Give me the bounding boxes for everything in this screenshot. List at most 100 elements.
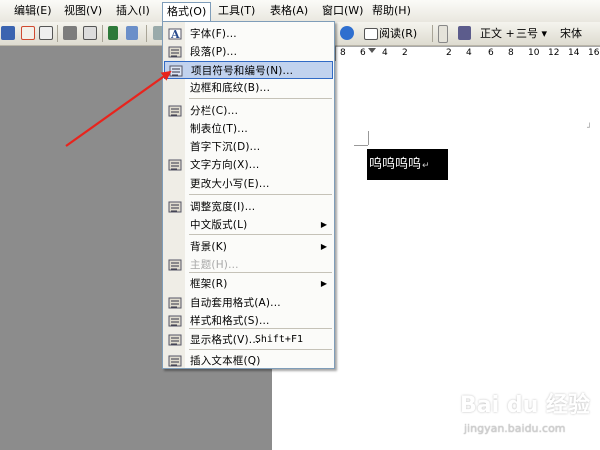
ruler-number: 4 [466,48,472,58]
margin-corner-mark [368,131,369,145]
toolbar-separator [102,25,103,42]
menu-item-label: 分栏(C)... [190,105,239,117]
toolbar-options-icon[interactable] [438,25,448,43]
menu-item-label: 框架(R) [190,278,228,290]
menu-table[interactable]: 表格(A) [266,3,312,19]
research-icon[interactable] [126,26,138,40]
menu-item-label: 主题(H)... [190,259,239,271]
submenu-arrow-icon: ▶ [320,220,327,229]
spelling-icon[interactable] [108,26,118,40]
watermark-url: jingyan.baidu.com [464,422,566,435]
menu-help[interactable]: 帮助(H) [368,3,415,19]
text-direction-icon [168,158,182,172]
style-dropdown[interactable]: 正文 + [480,27,515,40]
ruler-number: 6 [360,48,366,58]
menu-item-text-direction[interactable]: 文字方向(X)... [164,156,333,174]
font-size-value: 三号 [516,27,538,40]
menu-item-tabs[interactable]: 制表位(T)... [164,120,333,138]
submenu-arrow-icon: ▶ [320,242,327,251]
print-icon[interactable] [63,26,77,40]
autoformat-icon [168,296,182,310]
menu-item-label: 自动套用格式(A)... [190,297,281,309]
menu-separator [189,272,332,273]
ruler-number: 6 [488,48,494,58]
ruler-number: 2 [402,48,408,58]
toolbar-separator [146,25,147,42]
styles-pane-icon[interactable] [458,26,471,40]
email-icon[interactable] [39,26,53,40]
toolbar-separator [432,25,433,42]
menu-separator [189,328,332,329]
ruler-number: 8 [508,48,514,58]
menu-item-columns[interactable]: 分栏(C)... [164,102,333,120]
menu-item-paragraph[interactable]: 段落(P)... [164,43,333,61]
menu-item-label: 中文版式(L) [190,219,248,231]
menu-item-adjust-width[interactable]: 调整宽度(I)... [164,198,333,216]
paragraph-mark: ↵ [422,161,430,171]
menu-tools[interactable]: 工具(T) [214,3,259,19]
paragraph-icon [168,45,182,59]
menu-item-label: 调整宽度(I)... [190,201,256,213]
save-icon[interactable] [1,26,15,40]
font-name-dropdown[interactable]: 宋体 [560,27,582,40]
reveal-formatting-icon [168,333,182,347]
menu-item-label: 背景(K) [190,241,228,253]
toolbar-separator [57,25,58,42]
menu-item-drop-cap[interactable]: 首字下沉(D)... [164,138,333,156]
theme-icon [168,258,182,272]
menu-item-autoformat[interactable]: 自动套用格式(A)... [164,294,333,312]
menu-item-label: 文字方向(X)... [190,159,260,171]
menu-separator [189,349,332,350]
menu-item-reveal-formatting[interactable]: 显示格式(V)... Shift+F1 [164,331,333,349]
read-button[interactable]: 阅读(R) [379,27,417,40]
menu-item-frames[interactable]: 框架(R) ▶ [164,275,333,293]
margin-corner-mark: ┘ [587,123,592,132]
menu-item-label: 边框和底纹(B)... [190,82,271,94]
menu-item-label: 样式和格式(S)... [190,315,270,327]
menu-shortcut: Shift+F1 [254,334,303,345]
menu-edit[interactable]: 编辑(E) [10,3,56,19]
font-icon: A [168,27,182,41]
watermark: Bai du 经验 jingyan.baidu.com [460,393,600,450]
format-menu: A 字体(F)... 段落(P)... 项目符号和编号(N)... 边框和底纹(B)..… [162,21,335,369]
horizontal-ruler[interactable]: 8 6 4 2 2 4 6 8 10 12 14 16 [336,46,600,62]
menu-item-bullets-numbering[interactable]: 项目符号和编号(N)... [164,61,333,79]
menu-item-label: 更改大小写(E)... [190,178,270,190]
print-preview-icon[interactable] [83,26,97,40]
menu-separator [189,98,332,99]
permission-icon[interactable] [21,26,35,40]
menu-item-insert-textbox[interactable]: 插入文本框(Q) [164,352,333,370]
ruler-number: 4 [382,48,388,58]
menu-bar: 编辑(E) 视图(V) 插入(I) 格式(O) 工具(T) 表格(A) 窗口(W… [0,0,600,23]
menu-item-change-case[interactable]: 更改大小写(E)... [164,175,333,193]
menu-item-borders-shading[interactable]: 边框和底纹(B)... [164,79,333,97]
chevron-down-icon: ▾ [541,27,548,40]
adjust-width-icon [168,200,182,214]
svg-text:A: A [170,28,180,41]
font-size-dropdown[interactable]: 三号 ▾ [516,27,547,40]
menu-insert[interactable]: 插入(I) [112,3,154,19]
ruler-number: 2 [446,48,452,58]
submenu-arrow-icon: ▶ [320,279,327,288]
menu-item-label: 制表位(T)... [190,123,248,135]
menu-item-font[interactable]: A 字体(F)... [164,25,333,43]
ruler-number: 8 [340,48,346,58]
styles-icon [168,314,182,328]
document-text: 呜呜呜呜 [369,157,422,172]
margin-corner-mark [354,145,368,146]
menu-item-asian-layout[interactable]: 中文版式(L) ▶ [164,216,333,234]
watermark-logo: Bai du 经验 [460,393,590,418]
menu-format[interactable]: 格式(O) [162,2,212,22]
ruler-number: 10 [528,48,540,58]
menu-item-background[interactable]: 背景(K) ▶ [164,238,333,256]
help-icon[interactable] [340,26,354,40]
ruler-number: 14 [568,48,580,58]
menu-view[interactable]: 视图(V) [60,3,106,19]
selected-text[interactable]: 呜呜呜呜↵ [367,149,448,180]
read-icon [364,28,378,40]
textbox-icon [168,354,182,368]
indent-marker[interactable] [368,48,376,53]
menu-separator [189,194,332,195]
ruler-number: 16 [588,48,600,58]
menu-window[interactable]: 窗口(W) [318,3,367,19]
